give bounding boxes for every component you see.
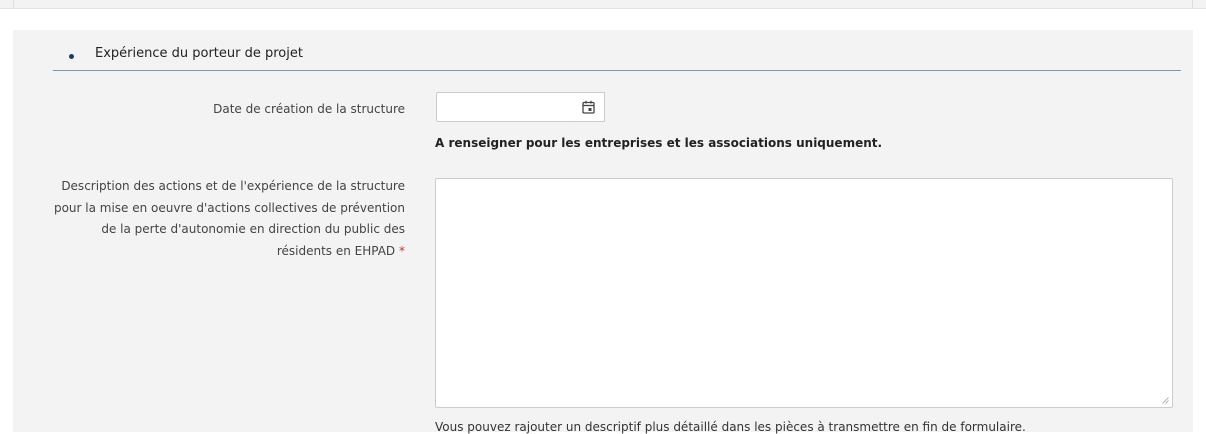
date-field-label: Date de création de la structure: [213, 102, 405, 116]
section-panel: Expérience du porteur de projet Date de …: [13, 30, 1193, 434]
bullet-icon: [69, 54, 74, 59]
calendar-icon: [582, 100, 595, 114]
panel-border-left: [13, 0, 14, 8]
required-marker: *: [399, 243, 405, 258]
description-label-text: Description des actions et de l'expérien…: [53, 179, 405, 258]
description-textarea[interactable]: [435, 178, 1173, 408]
date-field-help: A renseigner pour les entreprises et les…: [435, 136, 883, 150]
previous-section-panel: [0, 0, 1206, 9]
panel-border-right: [1192, 0, 1193, 8]
section-header: Expérience du porteur de projet: [53, 30, 1181, 71]
section-title: Expérience du porteur de projet: [95, 46, 303, 61]
resize-handle-icon[interactable]: [1162, 397, 1169, 404]
description-field-label: Description des actions et de l'expérien…: [45, 176, 405, 262]
date-picker-button[interactable]: [573, 92, 605, 122]
creation-date-input[interactable]: [436, 92, 574, 122]
